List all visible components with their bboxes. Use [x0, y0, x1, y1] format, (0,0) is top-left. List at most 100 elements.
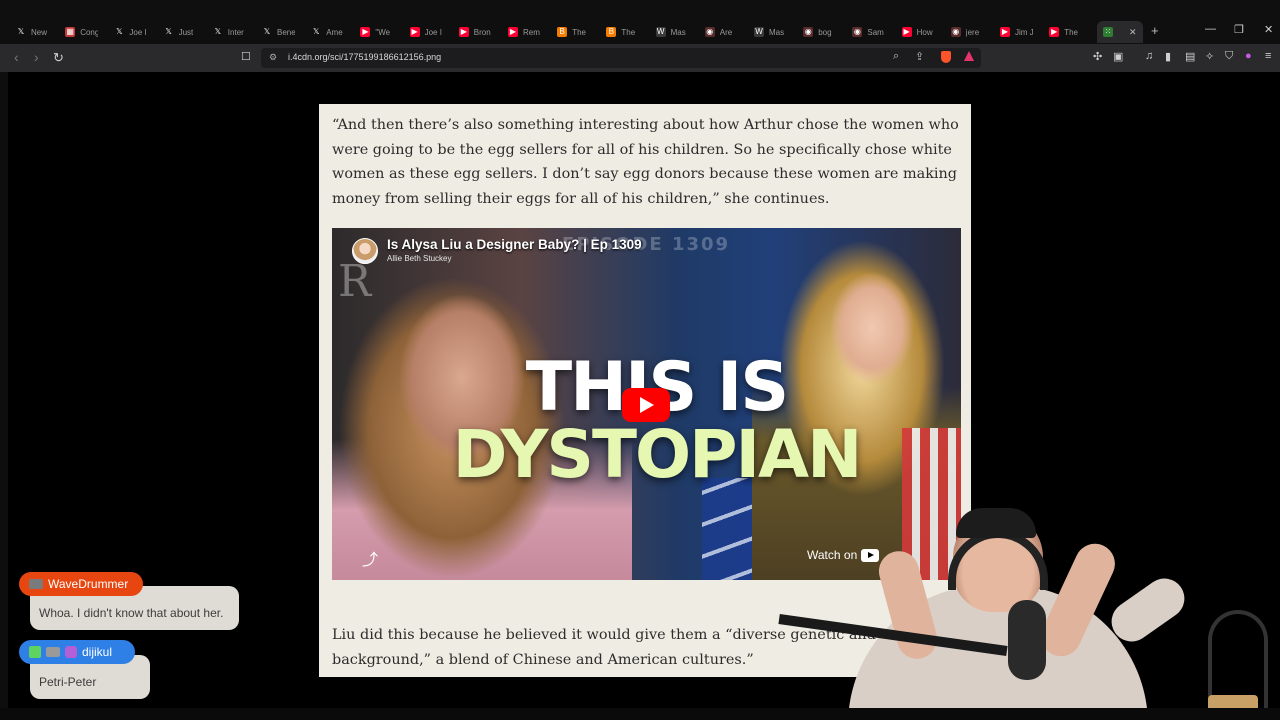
- zoom-icon[interactable]: ⌕: [893, 50, 899, 63]
- forward-icon[interactable]: ›: [34, 49, 39, 65]
- tab-title: New: [31, 27, 48, 37]
- x-icon: 𝕏: [17, 27, 25, 36]
- badge-icon: [46, 647, 60, 657]
- bookmark-icon[interactable]: ☐: [241, 50, 251, 63]
- tab[interactable]: 𝕏 Bene: [262, 21, 295, 43]
- tab[interactable]: 𝕏 New: [16, 21, 47, 43]
- screenshot-icon[interactable]: ▣: [1113, 50, 1123, 63]
- close-tab-icon[interactable]: ✕: [1129, 27, 1137, 38]
- site-settings-icon[interactable]: ⚙: [269, 52, 277, 63]
- tab[interactable]: ◉ Are: [704, 21, 733, 43]
- tab[interactable]: ▶ Bron: [458, 21, 491, 43]
- microphone: [1008, 600, 1046, 680]
- tab-title: Joe I: [424, 27, 442, 37]
- video-title[interactable]: Is Alysa Liu a Designer Baby? | Ep 1309: [387, 237, 642, 252]
- wallet-icon[interactable]: ▤: [1185, 50, 1195, 63]
- subscriber-badge-icon: [65, 646, 77, 658]
- streamer-webcam: [778, 500, 1280, 720]
- tab[interactable]: 𝕏 Inter: [213, 21, 244, 43]
- share-icon[interactable]: ⤴: [362, 546, 378, 570]
- url-text[interactable]: i.4cdn.org/sci/1775199186612156.png: [288, 52, 441, 62]
- tab[interactable]: 𝕏 Joe I: [114, 21, 147, 43]
- site-icon: ◉: [803, 27, 814, 37]
- wordpress-icon: W: [655, 27, 666, 37]
- menu-icon[interactable]: ≡: [1265, 50, 1271, 62]
- youtube-icon: ▶: [1049, 27, 1060, 37]
- thumbnail-headline-2: DYSTOPIAN: [452, 416, 863, 493]
- site-icon: ◉: [704, 27, 715, 37]
- x-icon: 𝕏: [116, 27, 123, 36]
- x-icon: 𝕏: [312, 27, 320, 36]
- site-icon: ◉: [852, 27, 863, 37]
- window-close-icon[interactable]: ✕: [1264, 23, 1273, 36]
- tab[interactable]: ▶ The: [1049, 21, 1078, 43]
- tab-title: Bron: [473, 27, 491, 37]
- tab-title: bog: [818, 27, 832, 37]
- sidebar-icon[interactable]: ▮: [1165, 50, 1171, 63]
- tab-title: How: [916, 27, 933, 37]
- youtube-icon: ▶: [901, 27, 912, 37]
- blogger-icon: B: [606, 27, 617, 37]
- tab[interactable]: W Mas: [754, 21, 784, 43]
- back-icon[interactable]: ‹: [14, 49, 19, 65]
- brave-shields-icon[interactable]: [941, 51, 951, 63]
- tab-title: Rem: [523, 27, 540, 37]
- minimize-icon[interactable]: —: [1205, 23, 1216, 35]
- leo-icon[interactable]: ✧: [1205, 50, 1214, 63]
- tab[interactable]: ▶ Jim J: [1000, 21, 1033, 43]
- tab[interactable]: ◉ bog: [803, 21, 832, 43]
- tab-title: jere: [965, 27, 980, 37]
- tab[interactable]: ◉ Sam: [852, 21, 884, 43]
- tab[interactable]: ▦ Cong: [65, 21, 98, 43]
- extensions-icon[interactable]: ✣: [1093, 50, 1102, 63]
- sword-badge-icon: [29, 646, 41, 658]
- x-icon: 𝕏: [165, 27, 172, 36]
- brave-rewards-icon[interactable]: [964, 51, 974, 61]
- tab[interactable]: ▶ How: [901, 21, 933, 43]
- badge-icon: [29, 579, 43, 589]
- tab[interactable]: ▶ Rem: [508, 21, 540, 43]
- play-button[interactable]: [622, 388, 670, 422]
- share-icon[interactable]: ⇪: [915, 50, 924, 63]
- youtube-icon: ▶: [409, 27, 420, 37]
- vpn-icon[interactable]: ⛉: [1225, 50, 1233, 63]
- restore-icon[interactable]: ❐: [1234, 23, 1244, 36]
- tab-title: The: [1064, 27, 1078, 37]
- tab-title: Mas: [670, 27, 686, 37]
- video-channel[interactable]: Allie Beth Stuckey: [387, 254, 451, 263]
- tab[interactable]: W Mas: [655, 21, 686, 43]
- chat-message-text: Petri-Peter: [39, 675, 97, 689]
- chat-username-tag: WaveDrummer: [19, 572, 143, 596]
- new-tab-button[interactable]: +: [1151, 23, 1159, 38]
- tab-title: Just: [178, 27, 194, 37]
- profile-icon[interactable]: ●: [1245, 50, 1252, 62]
- youtube-icon: ▶: [458, 27, 469, 37]
- media-icon[interactable]: ♫: [1145, 50, 1153, 62]
- chat-username: dijikul: [82, 645, 113, 659]
- site-icon: ◉: [950, 27, 961, 37]
- tab[interactable]: ▶ Joe I: [409, 21, 442, 43]
- chat-username-tag: dijikul: [19, 640, 135, 664]
- channel-avatar[interactable]: [352, 238, 378, 264]
- tab-title: Are: [719, 27, 733, 37]
- tab[interactable]: 𝕏 Ame: [311, 21, 343, 43]
- wordpress-icon: W: [754, 27, 764, 37]
- tab[interactable]: 𝕏 Just: [164, 21, 194, 43]
- youtube-icon: ▶: [360, 27, 371, 37]
- tab-title: The: [572, 27, 586, 37]
- tab-active[interactable]: ⁙ ✕: [1097, 21, 1143, 43]
- reload-icon[interactable]: ↻: [53, 50, 64, 66]
- tab-title: "We: [375, 27, 391, 37]
- congress-icon: ▦: [65, 27, 76, 37]
- tab-title: Cong: [80, 27, 99, 37]
- tab[interactable]: B The: [606, 21, 635, 43]
- tab[interactable]: B The: [557, 21, 586, 43]
- address-bar[interactable]: ⚙ i.4cdn.org/sci/1775199186612156.png ⌕ …: [261, 48, 981, 68]
- tab[interactable]: ◉ jere: [950, 21, 980, 43]
- tab-title: Joe I: [129, 27, 147, 37]
- image-icon: ⁙: [1103, 27, 1113, 37]
- tab-title: Mas: [769, 27, 785, 37]
- tab[interactable]: ▶ "We: [360, 21, 390, 43]
- x-icon: 𝕏: [214, 27, 222, 36]
- article-paragraph-1: “And then there’s also something interes…: [332, 117, 959, 207]
